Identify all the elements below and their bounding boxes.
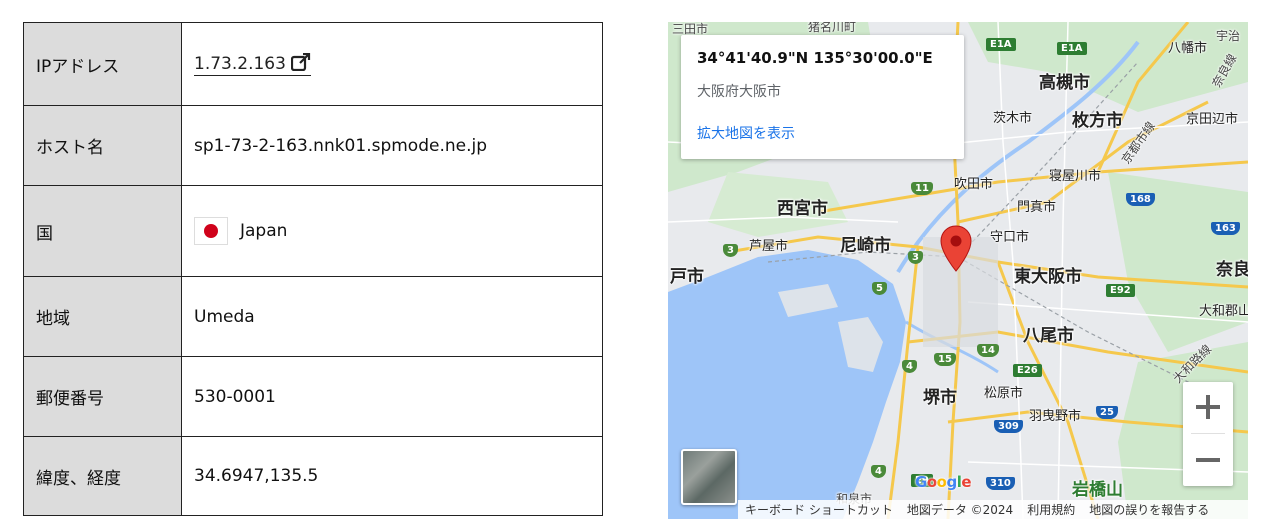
map-label-kadoma: 門真市 xyxy=(1017,200,1057,215)
google-logo: Google xyxy=(915,473,972,491)
keyboard-shortcuts-link[interactable]: キーボード ショートカット xyxy=(745,501,893,518)
external-link-icon xyxy=(290,52,311,76)
report-error-link[interactable]: 地図の誤りを報告する xyxy=(1089,501,1209,518)
map-label-ibaraki: 茨木市 xyxy=(993,111,1033,126)
ip-address-cell: 1.73.2.163 xyxy=(181,22,603,106)
table-row: 国 Japan xyxy=(23,185,603,277)
map-label-kyotanabe: 京田辺市 xyxy=(1186,112,1239,127)
map-label-habikino: 羽曳野市 xyxy=(1029,409,1082,424)
ip-address-value: 1.73.2.163 xyxy=(194,53,286,74)
map-label-neyagawa: 寝屋川市 xyxy=(1049,169,1102,184)
map-label-moriguchi: 守口市 xyxy=(990,230,1030,245)
map-label-iwahashi: 岩橋山 xyxy=(1072,480,1123,500)
japan-flag-icon xyxy=(194,217,228,245)
view-larger-map-link[interactable]: 拡大地図を表示 xyxy=(697,123,795,143)
country-cell: Japan xyxy=(181,185,603,277)
map-attribution-bar: キーボード ショートカット 地図データ ©2024 利用規約 地図の誤りを報告す… xyxy=(738,500,1248,519)
map-label-nara: 奈良 xyxy=(1216,260,1248,280)
map-place-name: 大阪府大阪市 xyxy=(697,84,781,100)
table-row: 地域 Umeda xyxy=(23,276,603,357)
table-row: ホスト名 sp1-73-2-163.nnk01.spmode.ne.jp xyxy=(23,105,603,186)
minus-icon xyxy=(1196,458,1220,462)
zoom-separator xyxy=(1191,433,1225,434)
table-row: 緯度、経度 34.6947,135.5 xyxy=(23,436,603,516)
google-map[interactable]: 高槻市 枚方市 西宮市 尼崎市 東大阪市 八尾市 堺市 戸市 奈良 茨木市 吹田… xyxy=(668,22,1248,519)
ip-info-table: IPアドレス 1.73.2.163 ホスト名 sp1-73-2-163.nnk0… xyxy=(23,22,603,516)
map-label-nishinomiya: 西宮市 xyxy=(777,199,828,219)
ip-address-link[interactable]: 1.73.2.163 xyxy=(194,52,311,76)
map-label-takatsuki: 高槻市 xyxy=(1039,73,1090,93)
map-label-inagawa: 猪名川町 xyxy=(808,22,857,34)
route-shield: E26 xyxy=(1013,364,1042,377)
terms-link[interactable]: 利用規約 xyxy=(1027,501,1075,518)
map-label-higashiosaka: 東大阪市 xyxy=(1014,267,1082,287)
zoom-in-button[interactable] xyxy=(1183,382,1233,433)
zoom-out-button[interactable] xyxy=(1183,435,1233,486)
location-pin-icon[interactable] xyxy=(940,225,972,277)
lat-lng-value: 34.6947,135.5 xyxy=(181,436,603,516)
map-data-copyright: 地図データ ©2024 xyxy=(906,503,1014,517)
route-shield: E1A xyxy=(986,38,1016,51)
satellite-view-toggle[interactable] xyxy=(681,449,737,505)
ip-address-label: IPアドレス xyxy=(23,22,182,106)
hostname-value: sp1-73-2-163.nnk01.spmode.ne.jp xyxy=(181,105,603,186)
map-label-suita: 吹田市 xyxy=(954,177,994,192)
postal-code-value: 530-0001 xyxy=(181,356,603,437)
route-shield: 15 xyxy=(934,353,956,366)
region-label: 地域 xyxy=(23,276,182,357)
country-value: Japan xyxy=(240,221,288,241)
zoom-controls xyxy=(1183,382,1233,486)
route-shield: 310 xyxy=(986,477,1015,490)
route-shield: 168 xyxy=(1126,193,1155,206)
map-coordinates: 34°41'40.9"N 135°30'00.0"E xyxy=(697,49,933,67)
map-label-yamatokoriyama: 大和郡山 xyxy=(1199,304,1248,319)
map-info-box: 34°41'40.9"N 135°30'00.0"E 大阪府大阪市 拡大地図を表… xyxy=(681,35,964,159)
map-label-sakai: 堺市 xyxy=(923,388,957,408)
postal-code-label: 郵便番号 xyxy=(23,356,182,437)
map-label-hirakata: 枚方市 xyxy=(1072,111,1123,131)
map-label-ashiya: 芦屋市 xyxy=(749,239,789,254)
lat-lng-label: 緯度、経度 xyxy=(23,436,182,516)
map-label-matsubara: 松原市 xyxy=(984,386,1024,401)
country-label: 国 xyxy=(23,185,182,277)
map-label-yao: 八尾市 xyxy=(1023,326,1074,346)
route-shield: 11 xyxy=(911,182,933,195)
route-shield: E1A xyxy=(1057,42,1087,55)
plus-icon xyxy=(1196,395,1220,419)
table-row: IPアドレス 1.73.2.163 xyxy=(23,22,603,106)
route-shield: E92 xyxy=(1106,284,1135,297)
table-row: 郵便番号 530-0001 xyxy=(23,356,603,437)
region-value: Umeda xyxy=(181,276,603,357)
hostname-label: ホスト名 xyxy=(23,105,182,186)
route-shield: 14 xyxy=(977,344,999,357)
map-label-uji: 宇治 xyxy=(1216,29,1241,43)
map-label-amagasaki: 尼崎市 xyxy=(840,236,891,256)
map-label-kobe: 戸市 xyxy=(670,267,704,287)
map-label-yawata: 八幡市 xyxy=(1168,41,1208,56)
route-shield: 25 xyxy=(1096,406,1118,419)
route-shield: 309 xyxy=(994,420,1023,433)
route-shield: 163 xyxy=(1211,222,1240,235)
